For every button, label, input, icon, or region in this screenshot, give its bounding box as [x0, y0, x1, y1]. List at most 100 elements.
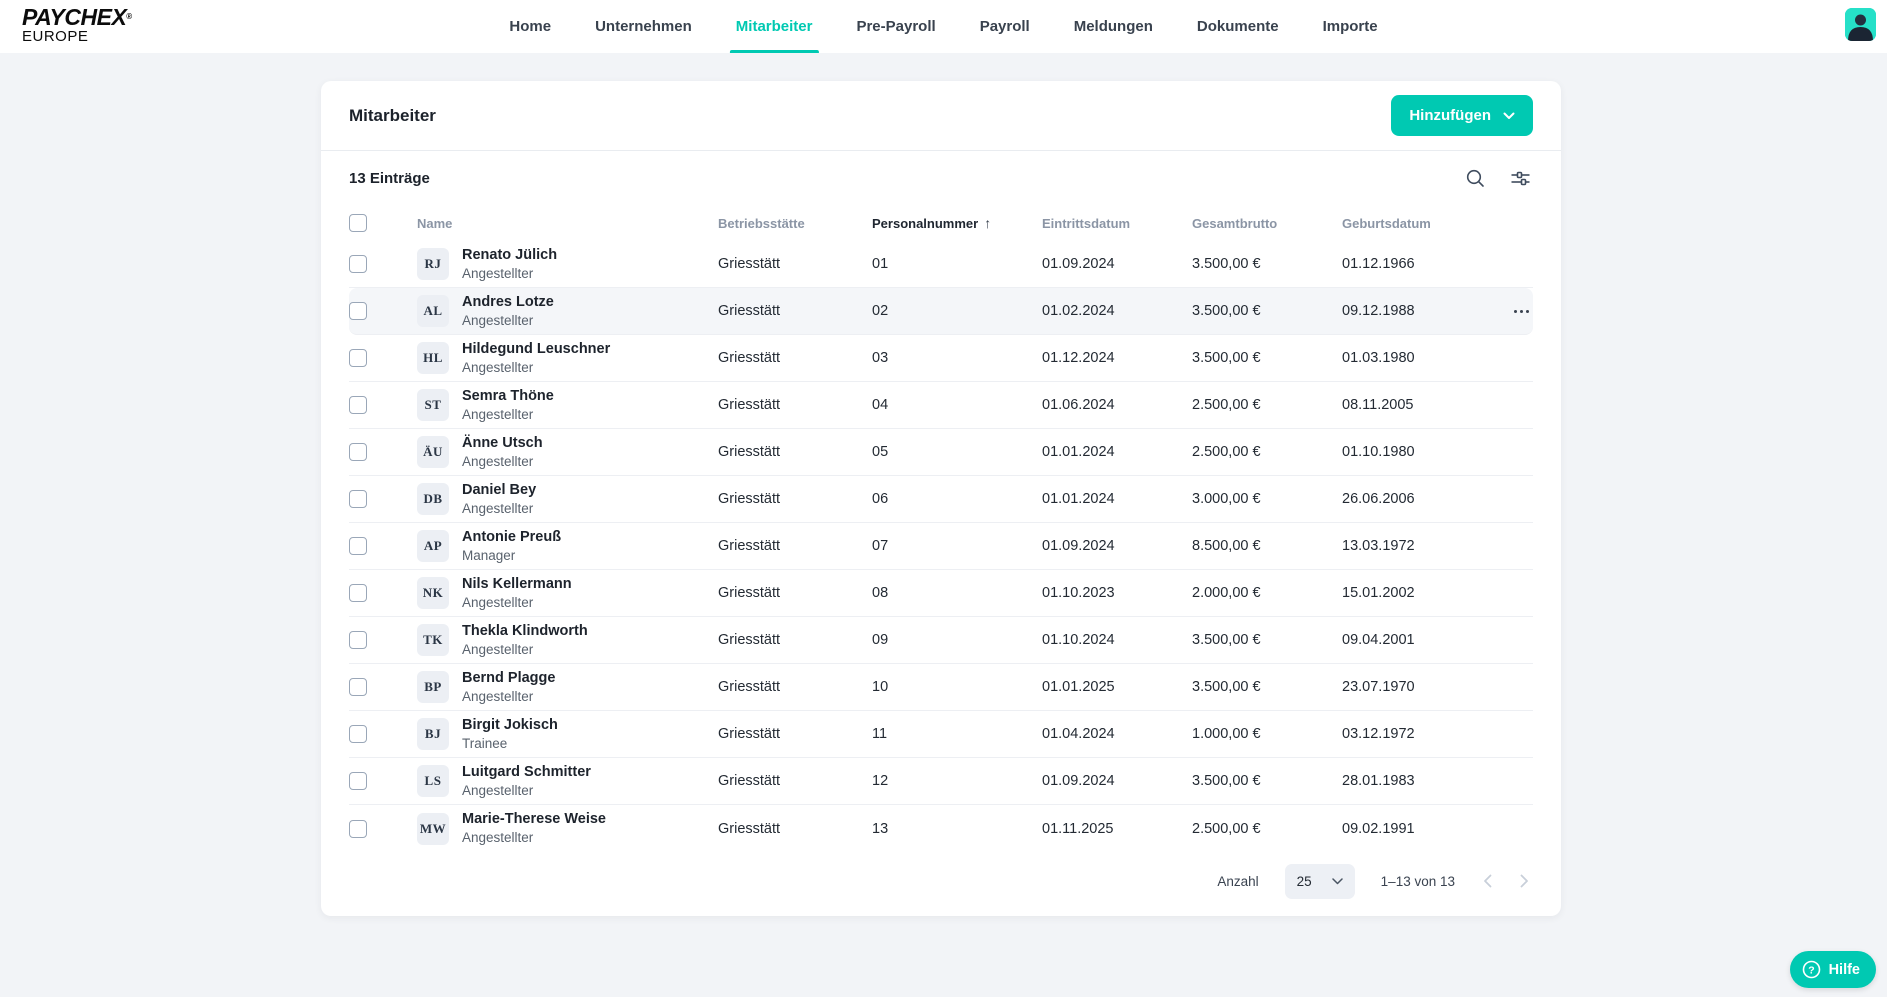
employee-role: Angestellter: [462, 689, 555, 704]
nav-item-importe[interactable]: Importe: [1323, 0, 1378, 53]
cell-eintrittsdatum: 01.09.2024: [1042, 256, 1192, 272]
employee-name-cell: ST Semra Thöne Angestellter: [397, 389, 718, 422]
nav-item-home[interactable]: Home: [509, 0, 551, 53]
cell-geburtsdatum: 09.12.1988: [1342, 303, 1493, 319]
cell-geburtsdatum: 13.03.1972: [1342, 538, 1493, 554]
cell-gesamtbrutto: 3.500,00 €: [1192, 679, 1342, 695]
search-icon[interactable]: [1463, 166, 1488, 191]
row-checkbox[interactable]: [349, 772, 367, 790]
employee-name-cell: AP Antonie Preuß Manager: [397, 530, 718, 563]
employee-initials-avatar: AL: [417, 295, 449, 327]
nav-item-unternehmen[interactable]: Unternehmen: [595, 0, 692, 53]
pagination: Anzahl 25 1–13 von 13: [349, 852, 1533, 910]
employee-initials-avatar: BP: [417, 671, 449, 703]
cell-personalnummer: 07: [872, 538, 1042, 554]
employee-name-cell: TK Thekla Klindworth Angestellter: [397, 624, 718, 657]
row-checkbox[interactable]: [349, 537, 367, 555]
nav-item-meldungen[interactable]: Meldungen: [1074, 0, 1153, 53]
cell-betriebsstaette: Griesstätt: [718, 256, 872, 272]
filter-settings-icon[interactable]: [1508, 166, 1533, 191]
column-header-name[interactable]: Name: [397, 216, 718, 231]
add-employee-button[interactable]: Hinzufügen: [1391, 95, 1533, 136]
employee-name-cell: BP Bernd Plagge Angestellter: [397, 671, 718, 704]
column-header-gesamtbrutto[interactable]: Gesamtbrutto: [1192, 216, 1342, 231]
column-header-eintrittsdatum[interactable]: Eintrittsdatum: [1042, 216, 1192, 231]
main-nav: Home Unternehmen Mitarbeiter Pre-Payroll…: [509, 0, 1377, 53]
table-row[interactable]: RJ Renato Jülich Angestellter Griesstätt…: [349, 241, 1533, 288]
cell-gesamtbrutto: 3.500,00 €: [1192, 303, 1342, 319]
cell-personalnummer: 04: [872, 397, 1042, 413]
sort-asc-icon: ↑: [984, 215, 991, 231]
cell-betriebsstaette: Griesstätt: [718, 773, 872, 789]
cell-eintrittsdatum: 01.10.2024: [1042, 632, 1192, 648]
table-body: RJ Renato Jülich Angestellter Griesstätt…: [349, 241, 1533, 852]
cell-personalnummer: 10: [872, 679, 1042, 695]
cell-gesamtbrutto: 2.500,00 €: [1192, 444, 1342, 460]
row-menu-icon[interactable]: [1493, 310, 1533, 313]
column-header-betriebsstaette[interactable]: Betriebsstätte: [718, 216, 872, 231]
row-checkbox[interactable]: [349, 255, 367, 273]
cell-personalnummer: 05: [872, 444, 1042, 460]
cell-eintrittsdatum: 01.01.2024: [1042, 444, 1192, 460]
cell-geburtsdatum: 03.12.1972: [1342, 726, 1493, 742]
cell-gesamtbrutto: 3.500,00 €: [1192, 632, 1342, 648]
help-button[interactable]: ? Hilfe: [1790, 951, 1876, 988]
table-header: Name Betriebsstätte Personalnummer ↑ Ein…: [349, 205, 1533, 241]
cell-betriebsstaette: Griesstätt: [718, 726, 872, 742]
employee-role: Angestellter: [462, 595, 572, 610]
row-checkbox[interactable]: [349, 725, 367, 743]
cell-eintrittsdatum: 01.10.2023: [1042, 585, 1192, 601]
cell-geburtsdatum: 26.06.2006: [1342, 491, 1493, 507]
paychex-logo[interactable]: PAYCHEX® EUROPE: [22, 6, 132, 45]
table-row[interactable]: DB Daniel Bey Angestellter Griesstätt 06…: [349, 476, 1533, 523]
previous-page-icon[interactable]: [1481, 872, 1494, 890]
table-row[interactable]: NK Nils Kellermann Angestellter Griesstä…: [349, 570, 1533, 617]
column-header-geburtsdatum[interactable]: Geburtsdatum: [1342, 216, 1493, 231]
row-checkbox[interactable]: [349, 678, 367, 696]
cell-personalnummer: 11: [872, 726, 1042, 742]
nav-item-pre-payroll[interactable]: Pre-Payroll: [856, 0, 935, 53]
nav-item-dokumente[interactable]: Dokumente: [1197, 0, 1279, 53]
table-row[interactable]: BJ Birgit Jokisch Trainee Griesstätt 11 …: [349, 711, 1533, 758]
select-all-checkbox[interactable]: [349, 214, 367, 232]
employee-name-cell: DB Daniel Bey Angestellter: [397, 483, 718, 516]
row-checkbox[interactable]: [349, 820, 367, 838]
employee-initials-avatar: ST: [417, 389, 449, 421]
table-row[interactable]: TK Thekla Klindworth Angestellter Griess…: [349, 617, 1533, 664]
row-checkbox[interactable]: [349, 396, 367, 414]
row-checkbox[interactable]: [349, 490, 367, 508]
employee-name: Renato Jülich: [462, 248, 557, 263]
cell-betriebsstaette: Griesstätt: [718, 821, 872, 837]
employee-name: Thekla Klindworth: [462, 624, 588, 639]
cell-geburtsdatum: 01.12.1966: [1342, 256, 1493, 272]
employee-initials-avatar: AP: [417, 530, 449, 562]
table-row[interactable]: LS Luitgard Schmitter Angestellter Gries…: [349, 758, 1533, 805]
next-page-icon[interactable]: [1518, 872, 1531, 890]
row-checkbox[interactable]: [349, 302, 367, 320]
table-row[interactable]: ST Semra Thöne Angestellter Griesstätt 0…: [349, 382, 1533, 429]
row-checkbox[interactable]: [349, 631, 367, 649]
employee-initials-avatar: LS: [417, 765, 449, 797]
table-row[interactable]: AP Antonie Preuß Manager Griesstätt 07 0…: [349, 523, 1533, 570]
table-row[interactable]: HL Hildegund Leuschner Angestellter Grie…: [349, 335, 1533, 382]
user-avatar[interactable]: [1845, 8, 1876, 41]
row-checkbox[interactable]: [349, 443, 367, 461]
table-row[interactable]: BP Bernd Plagge Angestellter Griesstätt …: [349, 664, 1533, 711]
cell-betriebsstaette: Griesstätt: [718, 538, 872, 554]
table-row[interactable]: MW Marie-Therese Weise Angestellter Grie…: [349, 805, 1533, 852]
cell-geburtsdatum: 09.02.1991: [1342, 821, 1493, 837]
cell-eintrittsdatum: 01.04.2024: [1042, 726, 1192, 742]
cell-geburtsdatum: 08.11.2005: [1342, 397, 1493, 413]
employee-name: Birgit Jokisch: [462, 718, 558, 733]
cell-gesamtbrutto: 3.500,00 €: [1192, 350, 1342, 366]
nav-item-payroll[interactable]: Payroll: [980, 0, 1030, 53]
row-checkbox[interactable]: [349, 584, 367, 602]
row-checkbox[interactable]: [349, 349, 367, 367]
column-header-personalnummer[interactable]: Personalnummer ↑: [872, 215, 1042, 231]
table-row[interactable]: AL Andres Lotze Angestellter Griesstätt …: [349, 288, 1533, 335]
table-row[interactable]: ÄU Änne Utsch Angestellter Griesstätt 05…: [349, 429, 1533, 476]
cell-betriebsstaette: Griesstätt: [718, 350, 872, 366]
cell-geburtsdatum: 15.01.2002: [1342, 585, 1493, 601]
page-size-select[interactable]: 25: [1285, 864, 1355, 899]
nav-item-mitarbeiter[interactable]: Mitarbeiter: [736, 0, 813, 53]
